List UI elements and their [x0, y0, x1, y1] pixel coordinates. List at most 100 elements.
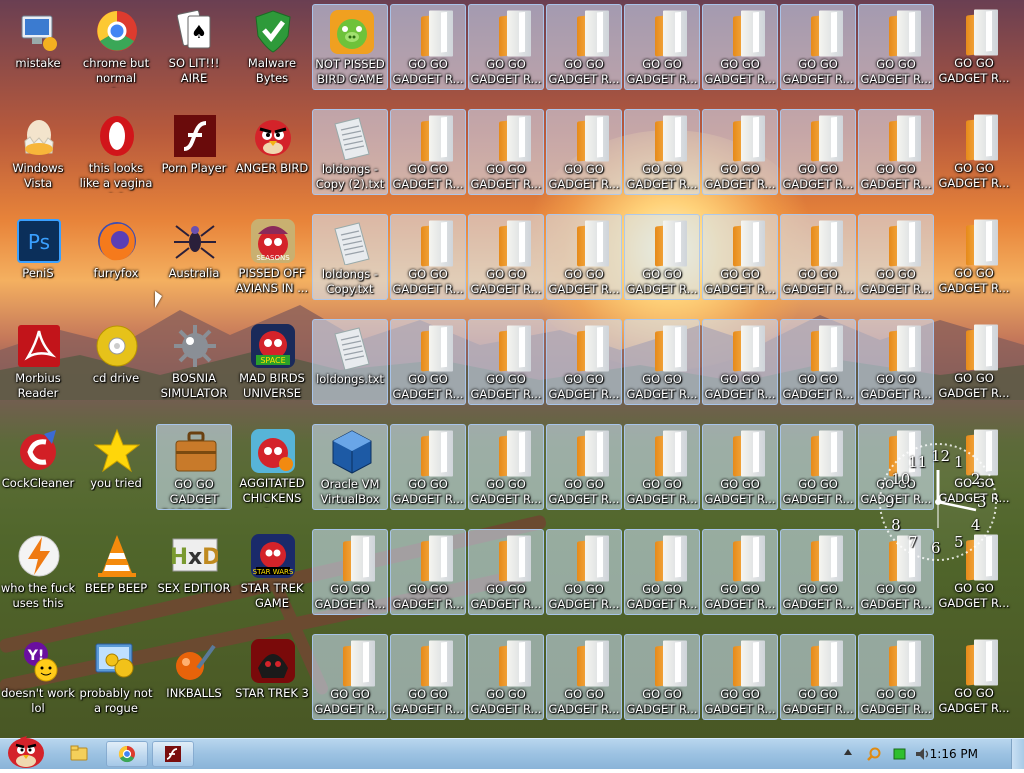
desktop-icon[interactable]: Y! doesn't work lol	[0, 634, 76, 720]
folder-shortcut[interactable]: GO GO GADGET R...	[858, 319, 934, 405]
folder-shortcut[interactable]: GO GO GADGET R...	[702, 634, 778, 720]
battery-icon[interactable]	[892, 747, 908, 761]
desktop-icon[interactable]: CockCleaner	[0, 424, 76, 510]
desktop-icon[interactable]: Morbius Reader	[0, 319, 76, 405]
desktop-icon[interactable]: GO GO GADGET RAPING KIT	[156, 424, 232, 510]
folder-shortcut[interactable]: GO GO GADGET R...	[546, 529, 622, 615]
desktop-icon[interactable]: NOT PISSED BIRD GAME	[312, 4, 388, 90]
folder-shortcut[interactable]: GO GO GADGET R...	[858, 109, 934, 195]
desktop-icon[interactable]: you tried	[78, 424, 154, 510]
taskbar-explorer-button[interactable]	[58, 741, 100, 767]
desktop-icon[interactable]: Oracle VM VirtualBox	[312, 424, 388, 510]
desktop-icon[interactable]: Windows Vista	[0, 109, 76, 195]
desktop-icon[interactable]: ANGER BIRD	[234, 109, 310, 195]
folder-shortcut[interactable]: GO GO GADGET R...	[702, 529, 778, 615]
folder-shortcut[interactable]: GO GO GADGET R...	[624, 529, 700, 615]
desktop-icon[interactable]: loldongs - Copy.txt	[312, 214, 388, 300]
desktop-icon[interactable]: cd drive	[78, 319, 154, 405]
svg-text:♠: ♠	[191, 22, 207, 43]
folder-shortcut[interactable]: GO GO GADGET R...	[624, 109, 700, 195]
desktop-icon[interactable]: Ps PeniS	[0, 214, 76, 300]
folder-shortcut[interactable]: GO GO GADGET R...	[468, 529, 544, 615]
folder-shortcut[interactable]: GO GO GADGET R...	[390, 4, 466, 90]
taskbar-clock[interactable]: 1:16 PM	[930, 747, 978, 761]
desktop-icon-label: GO GO GADGET R...	[548, 477, 620, 506]
desktop-icon[interactable]: HxD SEX EDITIOR	[156, 529, 232, 615]
folder-shortcut[interactable]: GO GO GADGET R...	[390, 529, 466, 615]
folder-shortcut[interactable]: GO GO GADGET R...	[468, 214, 544, 300]
folder-shortcut[interactable]: GO GO GADGET R...	[390, 109, 466, 195]
folder-shortcut[interactable]: GO GO GADGET R...	[468, 109, 544, 195]
desktop-icon[interactable]: loldongs - Copy (2).txt	[312, 109, 388, 195]
folder-shortcut[interactable]: GO GO GADGET R...	[702, 319, 778, 405]
folder-shortcut[interactable]: GO GO GADGET R...	[780, 214, 856, 300]
folder-shortcut[interactable]: GO GO GADGET R...	[702, 4, 778, 90]
desktop-icon[interactable]: mistake	[0, 4, 76, 90]
folder-shortcut[interactable]: GO GO GADGET R...	[858, 4, 934, 90]
folder-shortcut[interactable]: GO GO GADGET R...	[780, 319, 856, 405]
folder-shortcut[interactable]: GO GO GADGET R...	[702, 214, 778, 300]
folder-shortcut[interactable]: GO GO GADGET R...	[390, 634, 466, 720]
folder-shortcut[interactable]: GO GO GADGET R...	[780, 424, 856, 510]
folder-shortcut[interactable]: GO GO GADGET R...	[702, 424, 778, 510]
desktop-icon[interactable]: AGGITATED CHICKENS I...	[234, 424, 310, 510]
desktop-icon[interactable]: STAR WARS STAR TREK GAME	[234, 529, 310, 615]
tray-show-hidden-icons[interactable]	[844, 749, 852, 755]
desktop-icon[interactable]: this looks like a vagina lol	[78, 109, 154, 195]
folder-shortcut[interactable]: GO GO GADGET R...	[312, 529, 388, 615]
folder-shortcut[interactable]: GO GO GADGET R...	[312, 634, 388, 720]
chrome-icon	[94, 8, 140, 54]
folder-shortcut[interactable]: GO GO GADGET R...	[858, 634, 934, 720]
taskbar-chrome-button[interactable]	[106, 741, 148, 767]
desktop-icon[interactable]: furryfox	[78, 214, 154, 300]
folder-shortcut[interactable]: GO GO GADGET R...	[624, 634, 700, 720]
folder-shortcut[interactable]: GO GO GADGET R...	[546, 4, 622, 90]
folder-shortcut[interactable]: GO GO GADGET R...	[780, 4, 856, 90]
folder-shortcut[interactable]: GO GO GADGET R...	[624, 319, 700, 405]
folder-shortcut[interactable]: GO GO GADGET R...	[546, 214, 622, 300]
folder-shortcut[interactable]: GO GO GADGET R...	[780, 634, 856, 720]
folder-shortcut[interactable]: GO GO GADGET R...	[624, 214, 700, 300]
desktop-icon[interactable]: BEEP BEEP	[78, 529, 154, 615]
folder-shortcut[interactable]: GO GO GADGET R...	[936, 214, 1012, 300]
folder-shortcut[interactable]: GO GO GADGET R...	[780, 109, 856, 195]
folder-shortcut[interactable]: GO GO GADGET R...	[624, 4, 700, 90]
desktop-icon[interactable]: SEASONS PISSED OFF AVIANS IN ...	[234, 214, 310, 300]
desktop-icon[interactable]: STAR TREK 3	[234, 634, 310, 720]
folder-shortcut[interactable]: GO GO GADGET R...	[390, 424, 466, 510]
folder-shortcut[interactable]: GO GO GADGET R...	[468, 424, 544, 510]
desktop-icon[interactable]: who the fuck uses this	[0, 529, 76, 615]
folder-shortcut[interactable]: GO GO GADGET R...	[546, 319, 622, 405]
folder-shortcut[interactable]: GO GO GADGET R...	[546, 634, 622, 720]
start-button[interactable]	[4, 733, 48, 769]
folder-shortcut[interactable]: GO GO GADGET R...	[390, 214, 466, 300]
folder-shortcut[interactable]: GO GO GADGET R...	[390, 319, 466, 405]
folder-shortcut[interactable]: GO GO GADGET R...	[858, 214, 934, 300]
desktop-icon[interactable]: probably not a rogue	[78, 634, 154, 720]
folder-shortcut[interactable]: GO GO GADGET R...	[936, 319, 1012, 405]
desktop-icon[interactable]: Australia	[156, 214, 232, 300]
folder-shortcut[interactable]: GO GO GADGET R...	[546, 424, 622, 510]
folder-shortcut[interactable]: GO GO GADGET R...	[546, 109, 622, 195]
desktop-icon[interactable]: Porn Player	[156, 109, 232, 195]
folder-shortcut[interactable]: GO GO GADGET R...	[780, 529, 856, 615]
taskbar-flash-button[interactable]	[152, 741, 194, 767]
desktop-icon[interactable]: loldongs.txt	[312, 319, 388, 405]
search-icon[interactable]	[866, 746, 882, 762]
clock-gadget[interactable]: 12 1 2 3 4 5 6 7 8 9 10 11	[876, 440, 1000, 564]
show-desktop-button[interactable]	[1011, 739, 1024, 769]
folder-shortcut[interactable]: GO GO GADGET R...	[936, 634, 1012, 720]
desktop-icon[interactable]: SPACE MAD BIRDS UNIVERSE	[234, 319, 310, 405]
desktop-icon[interactable]: INKBALLS	[156, 634, 232, 720]
folder-shortcut[interactable]: GO GO GADGET R...	[468, 634, 544, 720]
desktop-icon[interactable]: chrome but normal colors	[78, 4, 154, 90]
folder-shortcut[interactable]: GO GO GADGET R...	[468, 319, 544, 405]
folder-shortcut[interactable]: GO GO GADGET R...	[624, 424, 700, 510]
folder-shortcut[interactable]: GO GO GADGET R...	[936, 109, 1012, 195]
folder-shortcut[interactable]: GO GO GADGET R...	[468, 4, 544, 90]
desktop-icon[interactable]: Malware Bytes	[234, 4, 310, 90]
desktop-icon[interactable]: ♠ SO LIT!!! AIRE	[156, 4, 232, 90]
desktop-icon[interactable]: BOSNIA SIMULATOR	[156, 319, 232, 405]
folder-shortcut[interactable]: GO GO GADGET R...	[936, 4, 1012, 90]
folder-shortcut[interactable]: GO GO GADGET R...	[702, 109, 778, 195]
